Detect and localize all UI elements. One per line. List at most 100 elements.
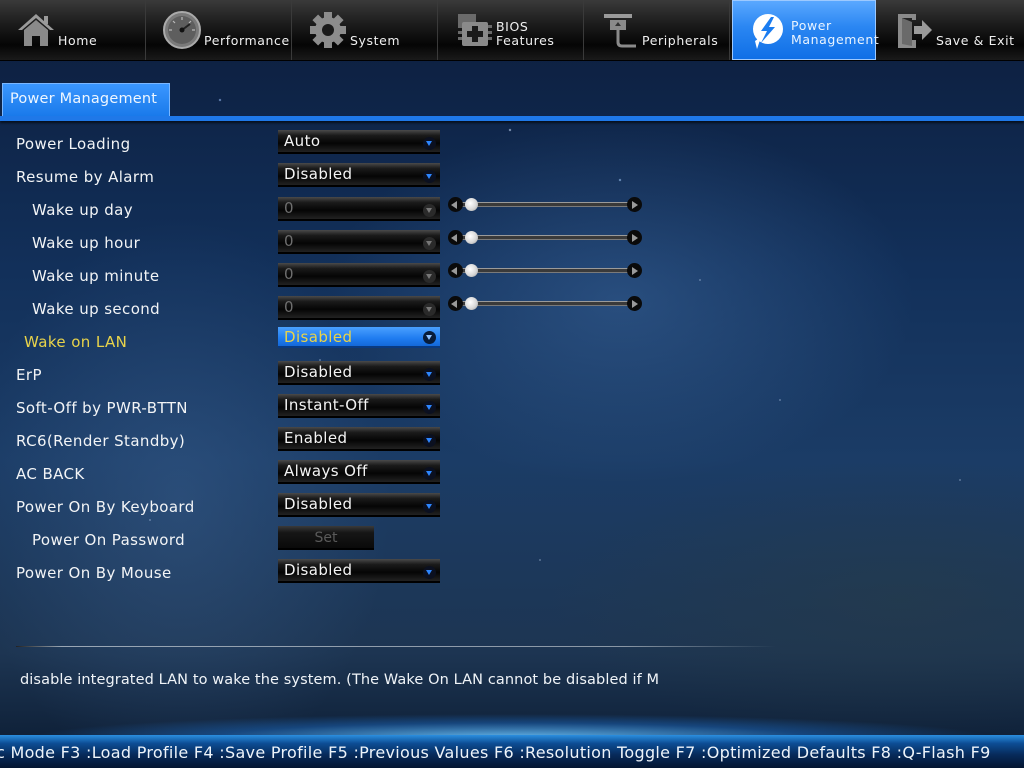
- wake-up-second-select[interactable]: 0: [278, 296, 440, 320]
- setting-label: Power On Password: [32, 531, 186, 549]
- setting-wake-up-minute: Wake up minute 0: [0, 262, 1024, 295]
- nav-label: Home: [58, 33, 98, 48]
- soft-off-select[interactable]: Instant-Off: [278, 394, 440, 418]
- wake-up-minute-slider[interactable]: [448, 263, 642, 279]
- setting-label: RC6(Render Standby): [16, 432, 186, 450]
- slider-track: [462, 235, 628, 240]
- select-value: Disabled: [284, 561, 353, 579]
- chevron-down-icon: [423, 331, 436, 344]
- chevron-down-icon: [423, 303, 436, 316]
- erp-select[interactable]: Disabled: [278, 361, 440, 385]
- nav-label: Peripherals: [642, 33, 719, 48]
- slider-thumb[interactable]: [465, 264, 478, 277]
- setting-wake-on-lan: Wake on LAN Disabled: [0, 327, 1024, 361]
- help-divider: [16, 646, 776, 647]
- slider-thumb[interactable]: [465, 198, 478, 211]
- power-on-password-set-button[interactable]: Set: [278, 526, 374, 550]
- setting-power-loading: Power Loading Auto: [0, 130, 1024, 163]
- resume-by-alarm-select[interactable]: Disabled: [278, 163, 440, 187]
- speedometer-icon: [163, 11, 201, 49]
- horizon-glow: [0, 700, 1024, 740]
- setting-label: Wake up minute: [32, 267, 160, 285]
- home-icon: [18, 14, 54, 46]
- setting-label: Wake up hour: [32, 234, 141, 252]
- slider-track: [462, 301, 628, 306]
- chevron-down-icon: [423, 401, 436, 414]
- chevron-down-icon: [423, 170, 436, 183]
- select-value: Auto: [284, 132, 321, 150]
- nav-performance[interactable]: Performance: [146, 0, 292, 60]
- power-loading-select[interactable]: Auto: [278, 130, 440, 154]
- slider-increment-icon[interactable]: [627, 296, 642, 311]
- wake-up-hour-slider[interactable]: [448, 230, 642, 246]
- chevron-down-icon: [423, 368, 436, 381]
- select-value: 0: [284, 298, 294, 316]
- chevron-down-icon: [423, 204, 436, 217]
- setting-label: Wake up second: [32, 300, 161, 318]
- hotkey-bar: c Mode F3 :Load Profile F4 :Save Profile…: [0, 735, 1024, 768]
- nav-save-exit[interactable]: Save & Exit: [878, 0, 1024, 60]
- setting-power-on-by-mouse: Power On By Mouse Disabled: [0, 559, 1024, 592]
- nav-bios-features[interactable]: BIOS Features: [438, 0, 584, 60]
- slider-increment-icon[interactable]: [627, 230, 642, 245]
- power-on-by-mouse-select[interactable]: Disabled: [278, 559, 440, 583]
- nav-home[interactable]: Home: [0, 0, 146, 60]
- select-value: Disabled: [284, 165, 353, 183]
- select-value: 0: [284, 199, 294, 217]
- select-value: 0: [284, 232, 294, 250]
- select-value: Instant-Off: [284, 396, 369, 414]
- wake-on-lan-select[interactable]: Disabled: [278, 327, 440, 348]
- slider-thumb[interactable]: [465, 297, 478, 310]
- setting-soft-off-by-pwr-bttn: Soft-Off by PWR-BTTN Instant-Off: [0, 394, 1024, 427]
- ac-back-select[interactable]: Always Off: [278, 460, 440, 484]
- wake-up-minute-select[interactable]: 0: [278, 263, 440, 287]
- select-value: Disabled: [284, 495, 353, 513]
- slider-increment-icon[interactable]: [627, 197, 642, 212]
- chip-icon: [458, 14, 492, 46]
- wake-up-day-select[interactable]: 0: [278, 197, 440, 221]
- chevron-down-icon: [423, 500, 436, 513]
- setting-label: Power On By Mouse: [16, 564, 172, 582]
- nav-label: System: [350, 33, 401, 48]
- wake-up-second-slider[interactable]: [448, 296, 642, 312]
- tab-underline: [0, 116, 1024, 121]
- setting-label: Resume by Alarm: [16, 168, 155, 186]
- setting-label: Power On By Keyboard: [16, 498, 195, 516]
- top-navigation: Home Performance System BIOS Features Pe…: [0, 0, 1024, 61]
- nav-label: Performance: [204, 33, 290, 48]
- nav-peripherals[interactable]: Peripherals: [584, 0, 730, 60]
- peripheral-icon: [604, 14, 636, 48]
- chevron-down-icon: [423, 137, 436, 150]
- chevron-down-icon: [423, 434, 436, 447]
- setting-label: ErP: [16, 366, 42, 384]
- select-value: Enabled: [284, 429, 348, 447]
- setting-ac-back: AC BACK Always Off: [0, 460, 1024, 493]
- setting-power-on-by-keyboard: Power On By Keyboard Disabled: [0, 493, 1024, 526]
- slider-thumb[interactable]: [465, 231, 478, 244]
- slider-increment-icon[interactable]: [627, 263, 642, 278]
- slider-track: [462, 268, 628, 273]
- tab-power-management[interactable]: Power Management: [2, 83, 170, 117]
- rc6-select[interactable]: Enabled: [278, 427, 440, 451]
- power-on-by-keyboard-select[interactable]: Disabled: [278, 493, 440, 517]
- setting-label: Power Loading: [16, 135, 131, 153]
- setting-label: AC BACK: [16, 465, 85, 483]
- setting-wake-up-second: Wake up second 0: [0, 295, 1024, 328]
- select-value: Disabled: [284, 328, 353, 346]
- slider-decrement-icon[interactable]: [448, 296, 463, 311]
- slider-decrement-icon[interactable]: [448, 263, 463, 278]
- nav-system[interactable]: System: [292, 0, 438, 60]
- nav-label: Save & Exit: [936, 33, 1015, 48]
- chevron-down-icon: [423, 566, 436, 579]
- wake-up-day-slider[interactable]: [448, 197, 642, 213]
- slider-decrement-icon[interactable]: [448, 197, 463, 212]
- exit-door-icon: [898, 14, 932, 48]
- setting-wake-up-day: Wake up day 0: [0, 196, 1024, 229]
- setting-resume-by-alarm: Resume by Alarm Disabled: [0, 163, 1024, 196]
- slider-decrement-icon[interactable]: [448, 230, 463, 245]
- chevron-down-icon: [423, 270, 436, 283]
- slider-track: [462, 202, 628, 207]
- nav-power-management[interactable]: Power Management: [732, 0, 879, 60]
- wake-up-hour-select[interactable]: 0: [278, 230, 440, 254]
- setting-label: Soft-Off by PWR-BTTN: [16, 399, 188, 417]
